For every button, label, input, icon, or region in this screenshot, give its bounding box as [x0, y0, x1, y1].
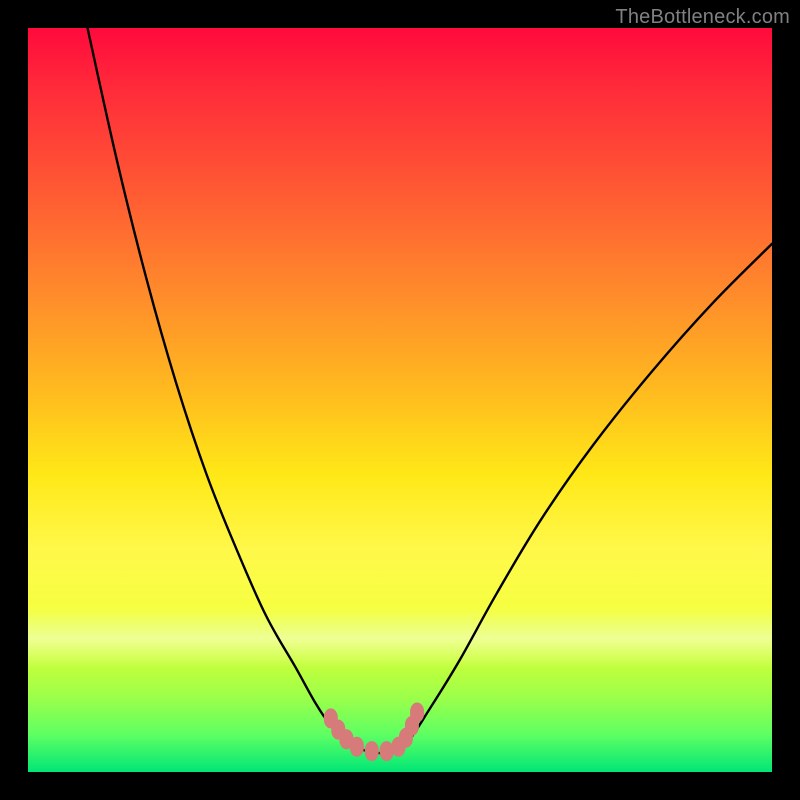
- chart-stage: TheBottleneck.com: [0, 0, 800, 800]
- trough-marker: [410, 702, 424, 722]
- watermark-text: TheBottleneck.com: [615, 6, 790, 29]
- trough-marker: [350, 737, 364, 757]
- curve-layer: [28, 28, 772, 772]
- trough-marker: [380, 741, 394, 761]
- trough-marker-group: [324, 702, 424, 761]
- plot-area: [28, 28, 772, 772]
- trough-marker: [365, 741, 379, 761]
- bottleneck-curve: [88, 28, 772, 753]
